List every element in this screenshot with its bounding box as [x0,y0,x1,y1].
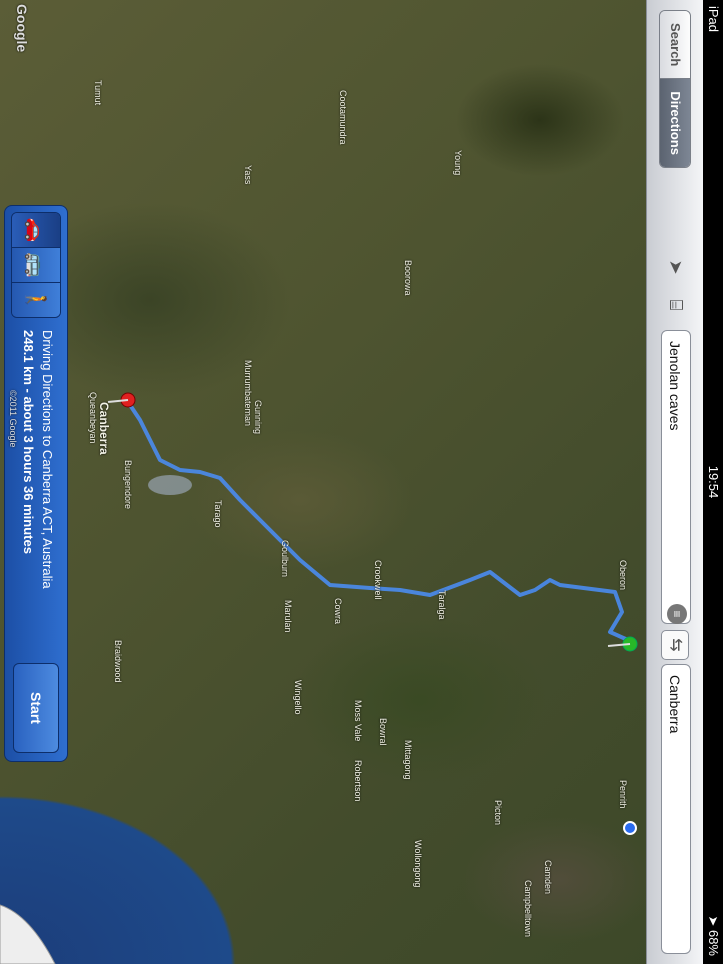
map-label: Wingello [293,680,303,715]
map-label: Murrumbateman [243,360,253,427]
map-label: Picton [493,800,503,826]
map-label: Moss Vale [353,700,363,742]
transit-mode-button[interactable]: 🚌 [12,247,60,282]
location-arrow-button[interactable]: ➤ [661,250,691,284]
battery-indicator: ➤ 68% [705,915,721,956]
list-icon[interactable]: ≡ [667,604,687,624]
start-button[interactable]: Start [13,663,59,753]
transport-mode-control: 🚗 🚌 🚶 [11,212,61,318]
map-label: Oberon [618,560,628,591]
google-logo: Google [14,4,30,53]
map-label: Marulan [283,600,293,633]
walk-icon: 🚶 [24,287,47,313]
start-location-field[interactable]: Jenolan caves [661,330,691,624]
map-label: Mittagong [403,740,413,780]
rotated-ui: iPad 19:54 ➤ 68% Search Directions ➤ ⌸ J… [0,0,723,964]
status-bar: iPad 19:54 ➤ 68% [703,0,723,964]
map-label: Canberra [97,402,111,455]
map-label: Campbelltown [523,880,533,938]
map-label: Taralga [437,590,447,620]
map-label: Tumut [93,80,103,106]
map-label: Boorowa [403,260,413,296]
tab-search[interactable]: Search [660,11,690,79]
map-label: Penrith [618,780,628,809]
bookmarks-button[interactable]: ⌸ [661,288,691,322]
directions-panel: 🚗 🚌 🚶 Driving Directions to Canberra ACT… [4,205,68,762]
map-label: Tarago [213,500,223,528]
directions-summary: Driving Directions to Canberra ACT, Aust… [21,330,55,589]
swap-button[interactable]: ⇆ [661,630,689,660]
location-arrow-icon: ➤ [666,259,687,275]
location-arrow-icon: ➤ [706,915,721,930]
car-icon: 🚗 [24,217,47,243]
map-label: Goulburn [280,540,290,578]
map-copyright: ©2011 Google [8,390,18,448]
walk-mode-button[interactable]: 🚶 [12,282,60,317]
car-mode-button[interactable]: 🚗 [12,213,60,247]
end-location-field[interactable]: Canberra [661,664,691,954]
map-label: Wollongong [413,840,423,888]
map-label: Young [453,150,463,176]
map-label: Yass [243,165,253,185]
map-label: Cowra [333,598,343,625]
swap-icon: ⇆ [667,638,684,652]
directions-title: Driving Directions to Canberra ACT, Aust… [40,330,55,589]
tab-directions[interactable]: Directions [660,78,690,167]
map-label: Crookwell [373,560,383,600]
map-label: Bungendore [123,460,133,510]
route-distance-time: 248.1 km - about 3 hours 36 minutes [21,330,36,554]
clock: 19:54 [706,465,721,499]
map-label: Bowral [378,718,388,746]
battery-percent: 68% [706,929,721,956]
map-label: Camden [543,860,553,895]
toolbar: Search Directions ➤ ⌸ Jenolan caves ≡ ⇆ … [646,0,703,964]
map-label: Cootamundra [338,90,348,145]
bookmark-icon: ⌸ [666,299,687,311]
bus-icon: 🚌 [24,252,47,278]
map-label: Braidwood [113,640,123,683]
map-label: Gunning [253,400,263,435]
mode-segmented-control: Search Directions [659,10,691,168]
map-label: Robertson [353,760,363,802]
